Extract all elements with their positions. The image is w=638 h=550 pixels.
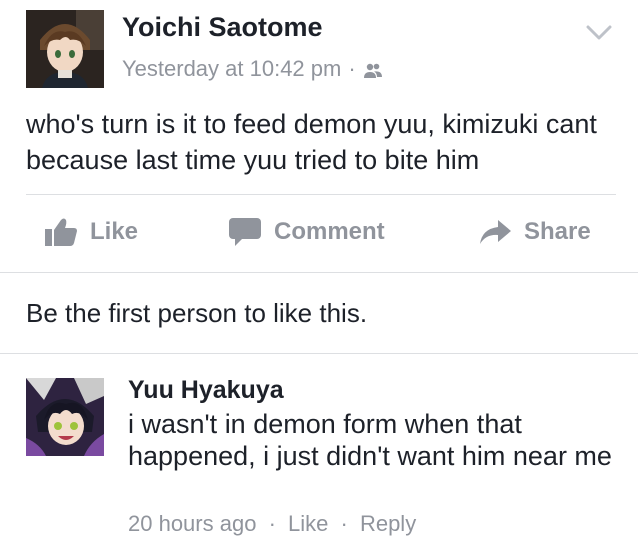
comment-like-link[interactable]: Like bbox=[288, 511, 328, 536]
comment-reply-link[interactable]: Reply bbox=[360, 511, 416, 536]
comment-time[interactable]: 20 hours ago bbox=[128, 511, 256, 536]
post-header: Yoichi Saotome Yesterday at 10:42 pm · bbox=[0, 0, 638, 100]
divider-actions bbox=[0, 272, 638, 273]
comment-separator-1: · bbox=[268, 511, 276, 536]
author-avatar[interactable] bbox=[26, 10, 104, 88]
author-avatar-image bbox=[26, 10, 104, 88]
post-actions: Like Comment Share bbox=[0, 195, 638, 273]
commenter-avatar-image bbox=[26, 378, 104, 456]
divider-comments bbox=[0, 353, 638, 354]
friends-icon[interactable] bbox=[363, 60, 383, 78]
comment-item: Yuu Hyakuya i wasn't in demon form when … bbox=[0, 356, 638, 550]
post-text: who's turn is it to feed demon yuu, kimi… bbox=[26, 109, 597, 175]
post-timestamp[interactable]: Yesterday at 10:42 pm bbox=[122, 56, 341, 82]
comment-button[interactable]: Comment bbox=[228, 215, 385, 249]
thumbs-up-icon bbox=[45, 218, 77, 246]
comment-text: i wasn't in demon form when that happene… bbox=[128, 409, 612, 471]
meta-separator: · bbox=[348, 56, 356, 81]
likes-summary: Be the first person to like this. bbox=[26, 298, 368, 328]
comment-separator-2: · bbox=[340, 511, 348, 536]
comment-author-name[interactable]: Yuu Hyakuya bbox=[128, 376, 284, 405]
comment-label: Comment bbox=[274, 218, 385, 245]
like-label: Like bbox=[90, 218, 139, 245]
speech-bubble-icon bbox=[229, 218, 261, 246]
post-meta: Yesterday at 10:42 pm · bbox=[122, 56, 383, 82]
chevron-down-icon[interactable] bbox=[586, 24, 612, 42]
share-arrow-icon bbox=[480, 220, 511, 244]
share-button[interactable]: Share bbox=[478, 215, 591, 249]
post-author-name[interactable]: Yoichi Saotome bbox=[122, 12, 323, 43]
commenter-avatar[interactable] bbox=[26, 378, 104, 456]
comment-meta: 20 hours ago · Like · Reply bbox=[128, 511, 416, 537]
share-label: Share bbox=[524, 218, 591, 245]
like-button[interactable]: Like bbox=[44, 215, 138, 249]
